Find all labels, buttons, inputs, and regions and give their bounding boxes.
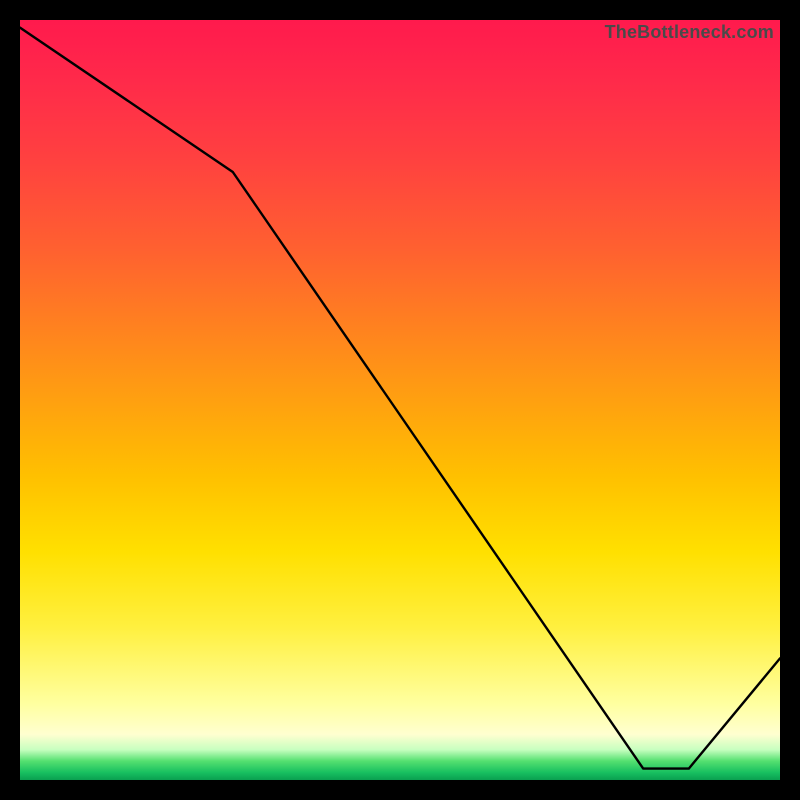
plot-area: TheBottleneck.com [20, 20, 780, 780]
chart-frame: TheBottleneck.com [0, 0, 800, 800]
data-line [20, 20, 780, 780]
